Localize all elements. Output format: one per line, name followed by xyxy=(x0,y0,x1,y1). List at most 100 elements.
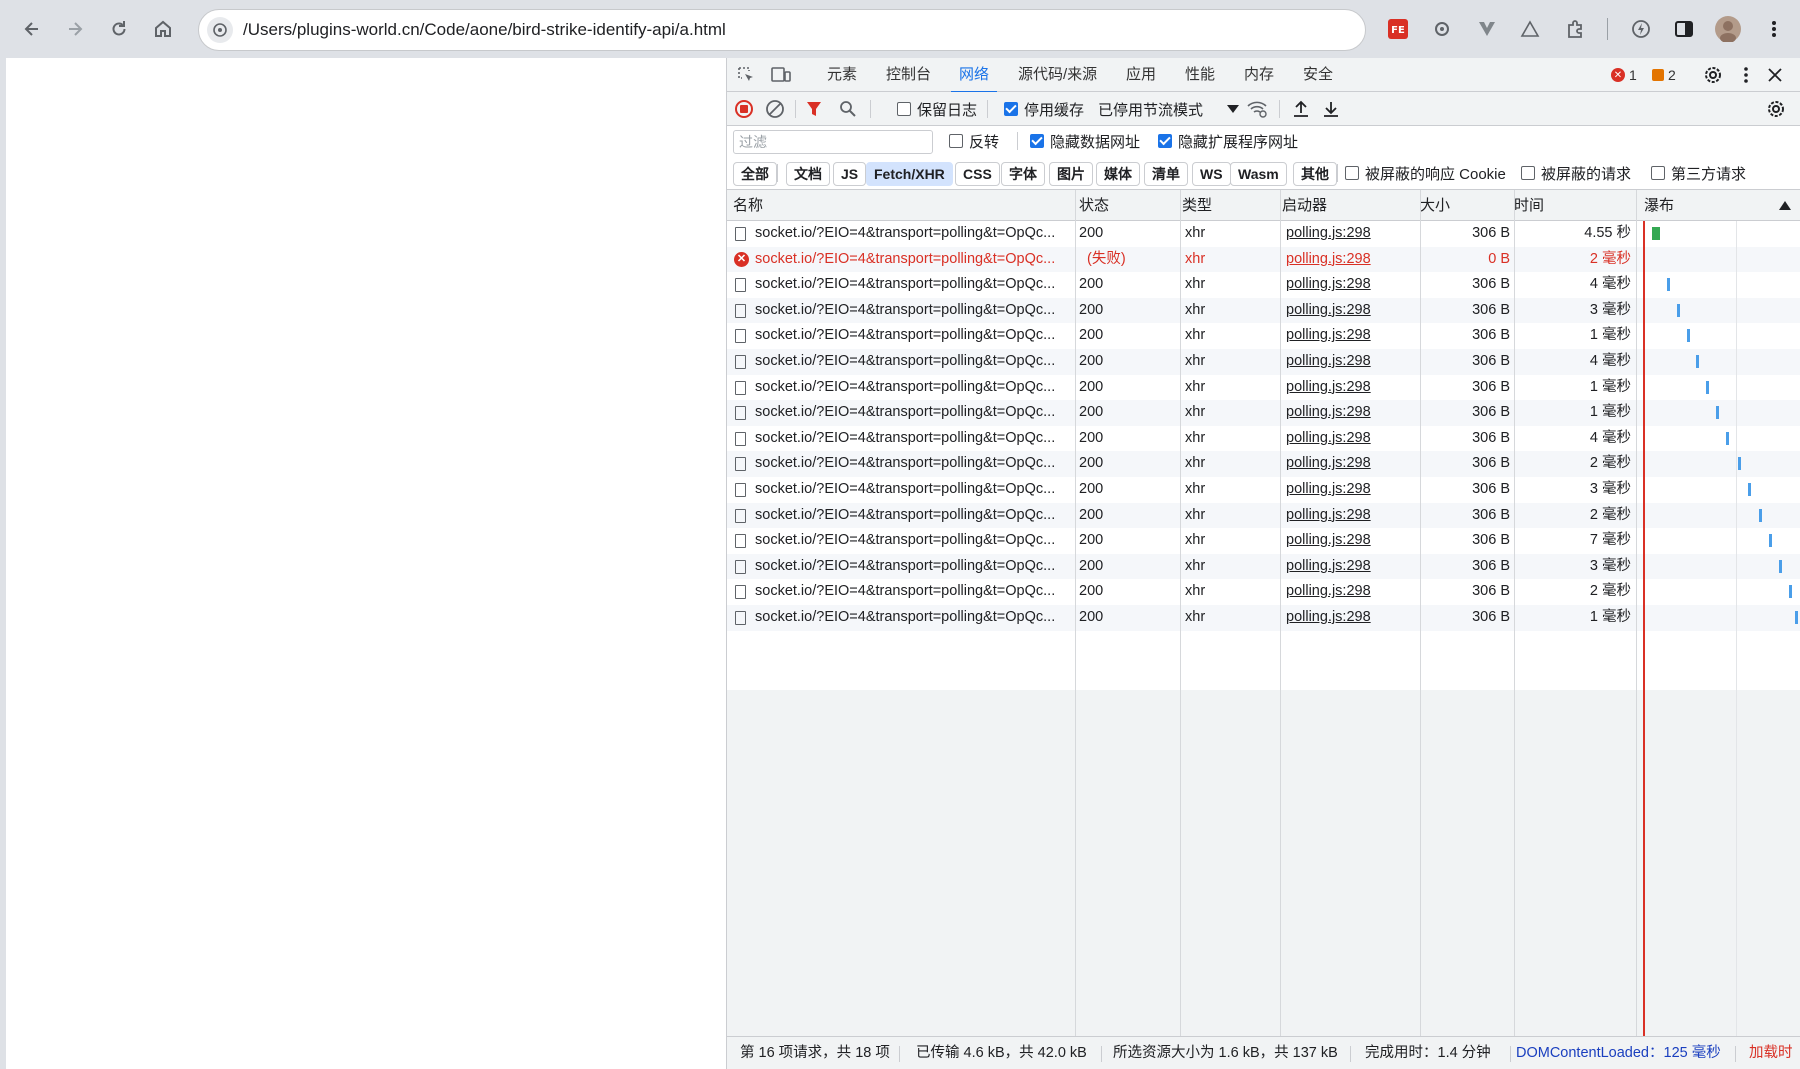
site-info-icon[interactable] xyxy=(207,17,233,43)
cell-initiator[interactable]: polling.js:298 xyxy=(1286,579,1416,605)
table-row[interactable]: socket.io/?EIO=4&transport=polling&t=OpQ… xyxy=(727,605,1800,631)
tab-security[interactable]: 安全 xyxy=(1303,58,1333,92)
forward-button[interactable] xyxy=(57,11,93,47)
cell-initiator[interactable]: polling.js:298 xyxy=(1286,221,1416,247)
tab-network[interactable]: 网络 xyxy=(950,58,998,93)
table-row[interactable]: socket.io/?EIO=4&transport=polling&t=OpQ… xyxy=(727,451,1800,477)
back-button[interactable] xyxy=(14,11,50,47)
type-css[interactable]: CSS xyxy=(955,162,1000,186)
cell-initiator[interactable]: polling.js:298 xyxy=(1286,554,1416,580)
close-icon[interactable] xyxy=(1763,63,1787,87)
address-bar[interactable]: /Users/plugins-world.cn/Code/aone/bird-s… xyxy=(198,9,1366,51)
search-icon[interactable] xyxy=(836,97,860,121)
import-har-icon[interactable] xyxy=(1289,97,1313,121)
kebab-menu-icon[interactable] xyxy=(1734,63,1758,87)
third-party-checkbox[interactable]: 第三方请求 xyxy=(1651,156,1746,190)
settings-icon[interactable] xyxy=(1701,63,1725,87)
table-row[interactable]: socket.io/?EIO=4&transport=polling&t=OpQ… xyxy=(727,400,1800,426)
cell-initiator[interactable]: polling.js:298 xyxy=(1286,605,1416,631)
blocked-cookies-checkbox[interactable]: 被屏蔽的响应 Cookie xyxy=(1345,156,1506,190)
tab-elements[interactable]: 元素 xyxy=(827,58,857,92)
cell-initiator[interactable]: polling.js:298 xyxy=(1286,451,1416,477)
error-counter[interactable]: ✕ 1 xyxy=(1611,66,1637,84)
gear-bug-icon[interactable] xyxy=(1428,15,1456,43)
tab-application[interactable]: 应用 xyxy=(1126,58,1156,92)
preserve-log-checkbox[interactable]: 保留日志 xyxy=(897,92,977,126)
table-row[interactable]: socket.io/?EIO=4&transport=polling&t=OpQ… xyxy=(727,349,1800,375)
type-fetch-xhr[interactable]: Fetch/XHR xyxy=(866,162,953,186)
table-row[interactable]: socket.io/?EIO=4&transport=polling&t=OpQ… xyxy=(727,323,1800,349)
type-other[interactable]: 其他 xyxy=(1293,162,1337,186)
device-toggle-icon[interactable] xyxy=(769,63,793,87)
table-row[interactable]: socket.io/?EIO=4&transport=polling&t=OpQ… xyxy=(727,553,1800,580)
invert-checkbox[interactable]: 反转 xyxy=(949,126,999,156)
cell-initiator[interactable]: polling.js:298 xyxy=(1286,426,1416,452)
cell-initiator[interactable]: polling.js:298 xyxy=(1286,528,1416,554)
table-row[interactable]: ✕ socket.io/?EIO=4&transport=polling&t=Op… xyxy=(727,246,1800,273)
cell-initiator[interactable]: polling.js:298 xyxy=(1286,349,1416,375)
type-img[interactable]: 图片 xyxy=(1049,162,1093,186)
table-row[interactable]: socket.io/?EIO=4&transport=polling&t=OpQ… xyxy=(727,297,1800,324)
blocked-requests-checkbox[interactable]: 被屏蔽的请求 xyxy=(1521,156,1631,190)
more-icon[interactable] xyxy=(1760,15,1788,43)
cell-initiator[interactable]: polling.js:298 xyxy=(1286,247,1416,273)
type-ws[interactable]: WS xyxy=(1192,162,1231,186)
table-row[interactable]: socket.io/?EIO=4&transport=polling&t=OpQ… xyxy=(727,502,1800,529)
network-conditions-icon[interactable] xyxy=(1245,97,1269,121)
cell-initiator[interactable]: polling.js:298 xyxy=(1286,503,1416,529)
warning-counter[interactable]: 2 xyxy=(1652,66,1676,84)
puzzle-icon[interactable] xyxy=(1561,15,1589,43)
clear-icon[interactable] xyxy=(763,97,787,121)
type-manifest[interactable]: 清单 xyxy=(1144,162,1188,186)
type-all[interactable]: 全部 xyxy=(733,162,777,186)
tab-performance[interactable]: 性能 xyxy=(1185,58,1215,92)
fe-icon[interactable]: FE xyxy=(1384,15,1412,43)
avatar[interactable] xyxy=(1714,15,1742,43)
col-waterfall[interactable]: 瀑布 xyxy=(1638,190,1674,221)
record-stop-icon[interactable] xyxy=(732,97,756,121)
hide-extension-urls-checkbox[interactable]: 隐藏扩展程序网址 xyxy=(1158,126,1298,156)
filter-icon[interactable] xyxy=(802,97,826,121)
type-doc[interactable]: 文档 xyxy=(786,162,830,186)
col-initiator[interactable]: 启动器 xyxy=(1276,190,1327,221)
cell-initiator[interactable]: polling.js:298 xyxy=(1286,272,1416,298)
cell-initiator[interactable]: polling.js:298 xyxy=(1286,323,1416,349)
type-js[interactable]: JS xyxy=(833,162,867,186)
cell-initiator[interactable]: polling.js:298 xyxy=(1286,375,1416,401)
filter-input[interactable]: 过滤 xyxy=(733,130,933,154)
type-font[interactable]: 字体 xyxy=(1001,162,1045,186)
tab-sources[interactable]: 源代码/来源 xyxy=(1018,58,1097,92)
triangle-icon[interactable] xyxy=(1516,15,1544,43)
col-name[interactable]: 名称 xyxy=(727,190,763,221)
export-har-icon[interactable] xyxy=(1319,97,1343,121)
table-row[interactable]: socket.io/?EIO=4&transport=polling&t=OpQ… xyxy=(727,528,1800,554)
type-media[interactable]: 媒体 xyxy=(1096,162,1140,186)
network-settings-icon[interactable] xyxy=(1764,97,1788,121)
cell-status: 200 xyxy=(1079,225,1104,241)
cell-initiator[interactable]: polling.js:298 xyxy=(1286,298,1416,324)
home-button[interactable] xyxy=(145,11,181,47)
table-row[interactable]: socket.io/?EIO=4&transport=polling&t=OpQ… xyxy=(727,579,1800,605)
v-icon[interactable] xyxy=(1473,15,1501,43)
svg-text:FE: FE xyxy=(1391,25,1405,36)
cell-initiator[interactable]: polling.js:298 xyxy=(1286,400,1416,426)
tab-memory[interactable]: 内存 xyxy=(1244,58,1274,92)
tab-console[interactable]: 控制台 xyxy=(886,58,931,92)
lightning-icon[interactable] xyxy=(1627,15,1655,43)
throttling-select[interactable]: 已停用节流模式 xyxy=(1098,92,1240,126)
table-row[interactable]: socket.io/?EIO=4&transport=polling&t=OpQ… xyxy=(727,272,1800,298)
type-wasm[interactable]: Wasm xyxy=(1230,162,1287,186)
transferred-summary: 已传输 4.6 kB，共 42.0 kB xyxy=(916,1045,1087,1061)
disable-cache-checkbox[interactable]: 停用缓存 xyxy=(1004,92,1084,126)
table-row[interactable]: socket.io/?EIO=4&transport=polling&t=OpQ… xyxy=(727,375,1800,401)
reload-button[interactable] xyxy=(101,11,137,47)
table-row[interactable]: socket.io/?EIO=4&transport=polling&t=OpQ… xyxy=(727,426,1800,452)
hide-data-urls-checkbox[interactable]: 隐藏数据网址 xyxy=(1030,126,1140,156)
table-row[interactable]: socket.io/?EIO=4&transport=polling&t=OpQ… xyxy=(727,477,1800,503)
sidepanel-icon[interactable] xyxy=(1670,15,1698,43)
inspect-icon[interactable] xyxy=(734,63,758,87)
col-status[interactable]: 状态 xyxy=(1073,190,1109,221)
cell-initiator[interactable]: polling.js:298 xyxy=(1286,477,1416,503)
col-type[interactable]: 类型 xyxy=(1176,190,1212,221)
table-row[interactable]: socket.io/?EIO=4&transport=polling&t=OpQ… xyxy=(727,221,1800,247)
